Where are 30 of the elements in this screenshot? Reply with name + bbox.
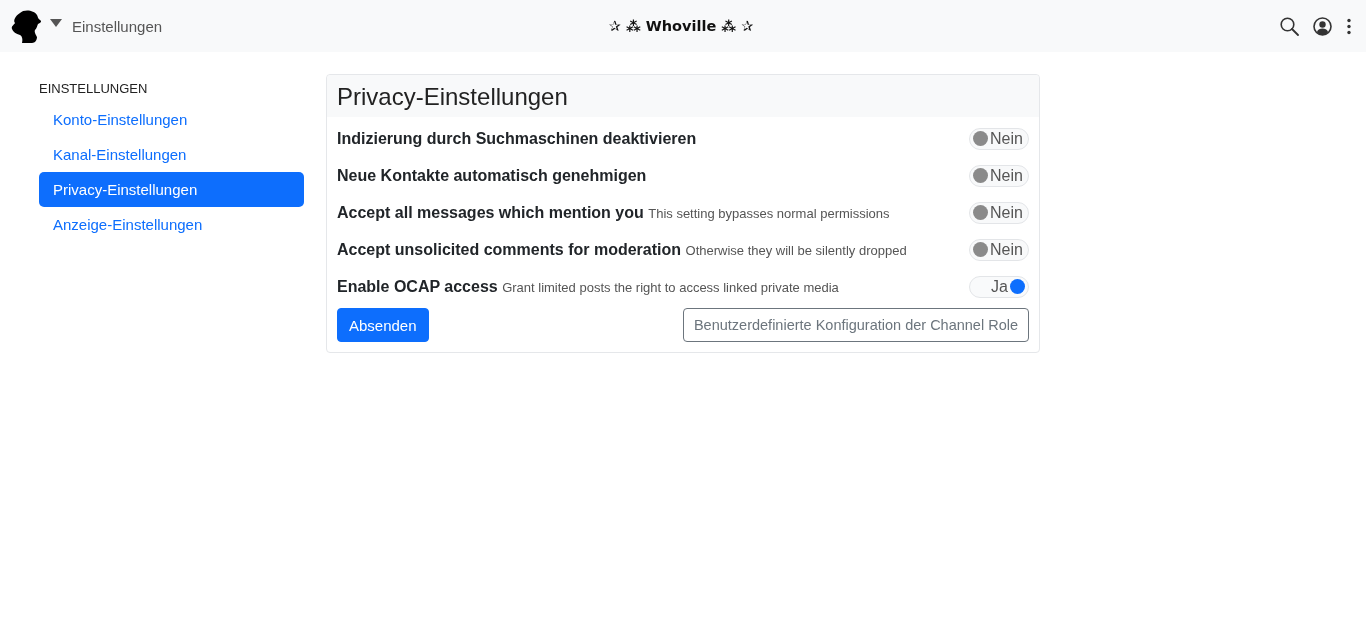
sidebar-link[interactable]: Konto-Einstellungen [39,102,304,137]
setting-label: Enable OCAP access Grant limited posts the right to access linked private media [337,277,839,296]
toggle-switch[interactable]: Nein [969,164,1029,187]
caret-icon[interactable] [50,19,62,27]
toggle-knob-icon [1010,279,1025,294]
setting-label: Accept all messages which mention you This setting bypasses normal permissions [337,203,890,222]
submit-button[interactable]: Absenden [337,308,429,342]
toggle-knob-icon [973,131,988,146]
toggle-switch[interactable]: Nein [969,127,1029,150]
setting-label: Neue Kontakte automatisch genehmigen [337,166,647,185]
sidebar-link[interactable]: Kanal-Einstellungen [39,137,304,172]
toggle-switch[interactable]: Ja [969,275,1029,298]
toggle-switch[interactable]: Nein [969,201,1029,224]
sidebar-heading: EINSTELLUNGEN [39,80,149,98]
sidebar-link[interactable]: Privacy-Einstellungen [39,172,304,207]
sidebar-link[interactable]: Anzeige-Einstellungen [39,207,304,242]
toggle-knob-icon [973,205,988,220]
avatar-silhouette-icon[interactable] [10,9,44,43]
configuration-button[interactable]: Benutzerdefinierte Konfiguration der Channel Role [682,308,1029,342]
more-options-icon[interactable] [1346,17,1352,35]
toggle-knob-icon [973,168,988,183]
page-title: Einstellungen [72,17,163,35]
toggle-switch[interactable]: Nein [969,238,1029,261]
search-icon[interactable] [1280,16,1299,36]
card-title: Privacy-Einstellungen [337,83,569,111]
setting-label: Indizierung durch Suchmaschinen deaktivieren [337,129,697,148]
site-title[interactable]: ✰ ⁂ Whoville ⁂ ✰ [608,18,754,34]
setting-label: Accept unsolicited comments for moderation Otherwise they will be silently dropped [337,240,907,259]
user-icon[interactable] [1313,16,1332,36]
toggle-knob-icon [973,242,988,257]
